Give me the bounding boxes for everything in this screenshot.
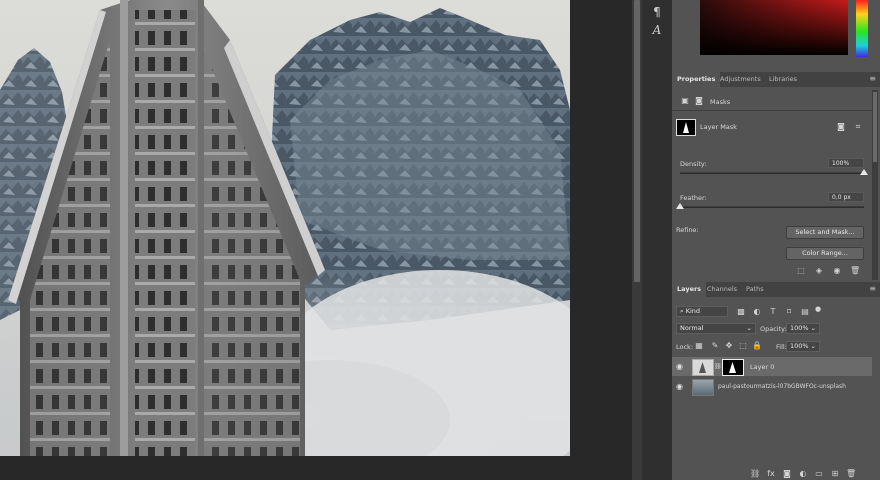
scrollbar-thumb[interactable] xyxy=(634,0,640,282)
filter-toggle-icon[interactable]: ● xyxy=(814,304,822,314)
filter-shape-icon[interactable]: ⌑ xyxy=(784,307,794,317)
layers-tabs: Layers Channels Paths ≡ xyxy=(672,282,880,297)
feather-slider-thumb[interactable] xyxy=(676,203,684,209)
workspace-bottom xyxy=(0,456,630,480)
feather-label: Feather: xyxy=(680,194,707,202)
hue-slider[interactable] xyxy=(856,0,868,57)
chevron-down-icon: ⌄ xyxy=(746,324,752,332)
lock-position-icon[interactable]: ✥ xyxy=(724,341,734,351)
mask-toggle-icon[interactable]: ◙ xyxy=(836,122,846,132)
add-mask-icon[interactable]: ◙ xyxy=(782,469,792,479)
document-canvas[interactable] xyxy=(0,0,570,456)
adjustment-layer-icon[interactable]: ◐ xyxy=(798,469,808,479)
filter-smart-object-icon[interactable]: ▤ xyxy=(800,307,810,317)
mask-thumbnail[interactable] xyxy=(676,119,696,136)
tab-properties[interactable]: Properties xyxy=(672,72,721,87)
layer-row[interactable]: ◉ paul-pastourmatzis-l07bGBWFOc-unsplash xyxy=(672,377,872,396)
layer-mask-thumbnail[interactable] xyxy=(722,359,744,376)
tab-adjustments[interactable]: Adjustments xyxy=(720,72,761,87)
layer-thumbnail xyxy=(692,379,714,396)
divider xyxy=(672,110,872,111)
mask-link-icon[interactable]: ⛓ xyxy=(714,362,722,372)
chevron-down-icon: ⌄ xyxy=(810,324,816,332)
filter-pixel-icon[interactable]: ▩ xyxy=(736,307,746,317)
lock-transparency-icon[interactable]: ▦ xyxy=(694,341,704,351)
chevron-down-icon: ⌄ xyxy=(810,342,816,350)
tab-libraries[interactable]: Libraries xyxy=(769,72,797,87)
link-layers-icon[interactable]: ⛓ xyxy=(750,469,760,479)
filter-type-icon[interactable]: T xyxy=(768,307,778,317)
new-group-icon[interactable]: ▭ xyxy=(814,469,824,479)
opacity-label: Opacity: xyxy=(760,325,787,333)
right-panels: Properties Adjustments Libraries ≡ ▣ ◙ M… xyxy=(672,0,880,480)
visibility-eye-icon[interactable]: ◉ xyxy=(676,382,683,391)
refine-label: Refine: xyxy=(676,226,699,234)
properties-scrollbar[interactable] xyxy=(872,90,878,280)
composite-image xyxy=(0,0,570,456)
pixel-mask-icon[interactable]: ▣ xyxy=(680,96,690,106)
density-field[interactable]: 100% xyxy=(828,158,864,168)
filter-kind-value: Kind xyxy=(685,307,701,315)
lock-all-icon[interactable]: 🔒 xyxy=(752,341,762,351)
new-layer-icon[interactable]: ⊞ xyxy=(830,469,840,479)
layer-mask-label: Layer Mask xyxy=(700,123,737,131)
panel-icon-strip: ¶ A xyxy=(642,0,673,480)
load-selection-icon[interactable]: ⬚ xyxy=(796,266,806,276)
layers-footer: ⛓ fx ◙ ◐ ▭ ⊞ 🗑 xyxy=(672,468,880,480)
disable-mask-icon[interactable]: ◉ xyxy=(832,266,842,276)
panel-menu-icon[interactable]: ≡ xyxy=(869,74,876,83)
opacity-value: 100% xyxy=(790,324,809,332)
color-field[interactable] xyxy=(700,0,848,55)
layer-name: paul-pastourmatzis-l07bGBWFOc-unsplash xyxy=(718,383,846,390)
density-label: Density: xyxy=(680,160,707,168)
color-range-button[interactable]: Color Range... xyxy=(786,247,864,260)
density-slider[interactable] xyxy=(680,172,864,174)
properties-panel: Properties Adjustments Libraries ≡ ▣ ◙ M… xyxy=(672,72,880,280)
delete-mask-icon[interactable]: 🗑 xyxy=(850,266,860,276)
layers-menu-icon[interactable]: ≡ xyxy=(869,284,876,293)
lock-artboard-icon[interactable]: ⬚ xyxy=(738,341,748,351)
density-slider-thumb[interactable] xyxy=(860,169,868,175)
layer-row[interactable]: ◉ ⛓ Layer 0 xyxy=(672,357,872,376)
layer-name: Layer 0 xyxy=(750,363,775,371)
select-and-mask-button[interactable]: Select and Mask... xyxy=(786,226,864,239)
vertical-scrollbar[interactable] xyxy=(632,0,642,480)
vector-mask-icon[interactable]: ◙ xyxy=(694,96,704,106)
visibility-eye-icon[interactable]: ◉ xyxy=(676,362,683,371)
layers-panel: Layers Channels Paths ≡ ⌕ Kind ▩ ◐ T ⌑ ▤… xyxy=(672,282,880,480)
tab-paths[interactable]: Paths xyxy=(746,282,764,297)
feather-slider[interactable] xyxy=(680,206,864,208)
delete-layer-icon[interactable]: 🗑 xyxy=(846,469,856,479)
opacity-field[interactable]: 100% ⌄ xyxy=(786,323,820,334)
color-panel xyxy=(672,0,880,68)
character-icon[interactable]: A xyxy=(647,20,667,40)
lock-image-icon[interactable]: ✎ xyxy=(710,341,720,351)
fill-field[interactable]: 100% ⌄ xyxy=(786,341,820,352)
paragraph-icon[interactable]: ¶ xyxy=(647,2,667,22)
blend-mode-value: Normal xyxy=(680,324,704,332)
fill-value: 100% xyxy=(790,342,809,350)
tab-channels[interactable]: Channels xyxy=(707,282,737,297)
tab-layers[interactable]: Layers xyxy=(672,282,707,297)
lock-label: Lock: xyxy=(676,343,694,351)
filter-kind-dropdown[interactable]: ⌕ Kind xyxy=(676,306,728,317)
add-vector-mask-icon[interactable]: ⌗ xyxy=(852,122,864,132)
filter-adjustment-icon[interactable]: ◐ xyxy=(752,307,762,317)
layer-style-icon[interactable]: fx xyxy=(766,469,776,479)
masks-label: Masks xyxy=(710,98,731,106)
apply-mask-icon[interactable]: ◈ xyxy=(814,266,824,276)
properties-tabs: Properties Adjustments Libraries ≡ xyxy=(672,72,880,87)
layer-thumbnail xyxy=(692,359,714,376)
feather-field[interactable]: 0,0 px xyxy=(828,192,864,202)
blend-mode-dropdown[interactable]: Normal ⌄ xyxy=(676,323,756,334)
